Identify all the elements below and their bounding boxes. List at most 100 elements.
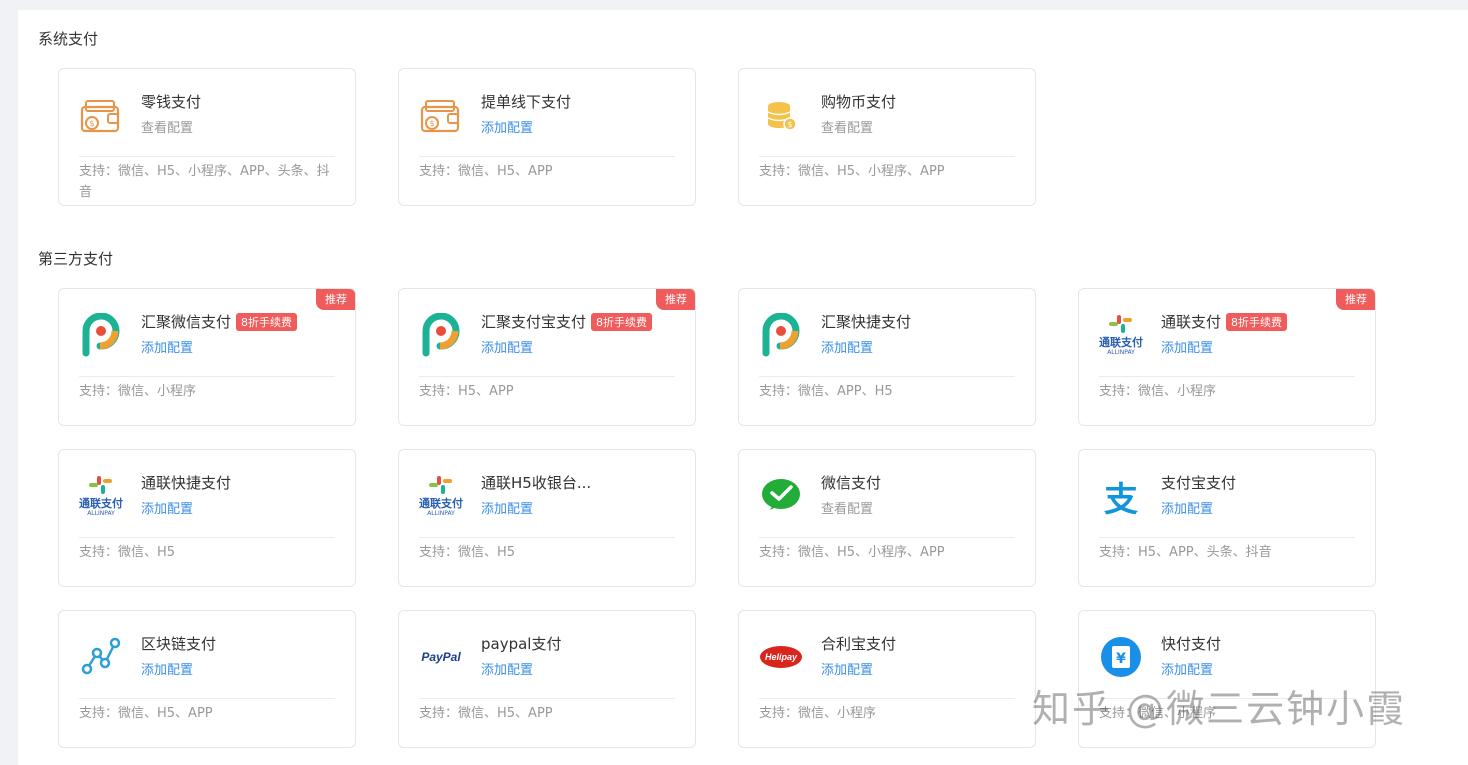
svg-text:通联支付: 通联支付	[79, 496, 123, 510]
wechat-pay-icon	[759, 474, 803, 518]
add-config-link[interactable]: 添加配置	[481, 337, 533, 356]
card-joinpay-alipay[interactable]: 推荐 汇聚支付宝支付 8折手续费 添加配置 支持：H5、APP	[398, 288, 696, 426]
card-offline-pay[interactable]: $ 提单线下支付 添加配置 支持：微信、H5、APP	[398, 68, 696, 206]
card-name: 汇聚微信支付	[141, 313, 232, 331]
allinpay-logo-icon: 通联支付 ALLINPAY	[1099, 313, 1143, 357]
allinpay-logo-icon: 通联支付 ALLINPAY	[79, 474, 123, 518]
view-config-link[interactable]: 查看配置	[821, 498, 873, 517]
fee-discount-badge: 8折手续费	[591, 312, 653, 331]
support-text: 支持：微信、H5、APP	[419, 164, 553, 179]
joinpay-logo-icon	[79, 313, 123, 357]
alipay-icon: 支	[1104, 479, 1138, 520]
card-allinpay-h5[interactable]: 通联支付 ALLINPAY 通联H5收银台... 添加配置 支持：微信、H5	[398, 449, 696, 587]
helipay-logo-icon: Helipay	[759, 635, 803, 679]
card-paypal[interactable]: PayPal paypal支付 添加配置 支持：微信、H5、APP	[398, 610, 696, 748]
blockchain-icon	[79, 635, 123, 679]
paypal-logo-icon: PayPal	[421, 650, 461, 664]
divider	[419, 156, 675, 157]
svg-text:通联支付: 通联支付	[1099, 335, 1143, 349]
card-name: 通联支付	[1161, 313, 1222, 331]
svg-text:$: $	[89, 119, 94, 128]
allinpay-logo-icon: 通联支付 ALLINPAY	[419, 474, 463, 518]
card-name: 通联快捷支付	[141, 474, 232, 492]
svg-text:ALLINPAY: ALLINPAY	[1107, 349, 1135, 356]
divider	[79, 156, 335, 157]
card-name: 区块链支付	[141, 635, 217, 653]
support-text: 支持：微信、H5	[419, 545, 516, 560]
card-name: 零钱支付	[141, 93, 202, 111]
card-allinpay-quick[interactable]: 通联支付 ALLINPAY 通联快捷支付 添加配置 支持：微信、H5	[58, 449, 356, 587]
add-config-link[interactable]: 添加配置	[141, 659, 193, 678]
card-name: 汇聚支付宝支付	[481, 313, 587, 331]
support-text: 支持：微信、H5、小程序、APP	[759, 164, 945, 179]
fee-discount-badge: 8折手续费	[1226, 312, 1288, 331]
add-config-link[interactable]: 添加配置	[821, 337, 873, 356]
add-config-link[interactable]: 添加配置	[1161, 498, 1213, 517]
divider	[419, 376, 675, 377]
divider	[79, 376, 335, 377]
watermark: 知乎 @微三云钟小霞	[1032, 687, 1407, 731]
support-text: 支持：微信、小程序	[1099, 384, 1217, 399]
svg-text:¥: ¥	[1116, 651, 1126, 667]
view-config-link[interactable]: 查看配置	[141, 117, 193, 136]
coin-stack-icon: $	[759, 93, 803, 137]
card-change-pay[interactable]: $ 零钱支付 查看配置 支持：微信、H5、小程序、APP、头条、抖音	[58, 68, 356, 206]
svg-text:ALLINPAY: ALLINPAY	[427, 510, 455, 517]
divider	[1099, 537, 1355, 538]
main-panel: 系统支付 $ 零钱支付 查看配置 支持：微信、H5、小程序、APP、头条、抖音 …	[18, 10, 1468, 765]
add-config-link[interactable]: 添加配置	[481, 117, 533, 136]
recommend-badge: 推荐	[656, 289, 695, 310]
wallet-icon: $	[79, 93, 123, 137]
recommend-badge: 推荐	[316, 289, 355, 310]
section-title-system: 系统支付	[38, 30, 99, 48]
card-joinpay-quick[interactable]: 汇聚快捷支付 添加配置 支持：微信、APP、H5	[738, 288, 1036, 426]
divider	[759, 156, 1015, 157]
kuaifu-icon: ¥	[1099, 635, 1143, 679]
card-name: 汇聚快捷支付	[821, 313, 912, 331]
card-blockchain-pay[interactable]: 区块链支付 添加配置 支持：微信、H5、APP	[58, 610, 356, 748]
joinpay-logo-icon	[419, 313, 463, 357]
card-name: paypal支付	[481, 635, 562, 653]
divider	[419, 698, 675, 699]
add-config-link[interactable]: 添加配置	[821, 659, 873, 678]
card-joinpay-wechat[interactable]: 推荐 汇聚微信支付 8折手续费 添加配置 支持：微信、小程序	[58, 288, 356, 426]
support-text: 支持：H5、APP	[419, 384, 514, 399]
svg-text:$: $	[787, 120, 792, 129]
card-helipay[interactable]: Helipay 合利宝支付 添加配置 支持：微信、小程序	[738, 610, 1036, 748]
divider	[79, 537, 335, 538]
card-allinpay[interactable]: 推荐 通联支付 ALLINPAY 通联支付 8折手续费 添加配置 支持：微信、小程序	[1078, 288, 1376, 426]
card-wechat-pay[interactable]: 微信支付 查看配置 支持：微信、H5、小程序、APP	[738, 449, 1036, 587]
support-text: 支持：微信、小程序	[79, 384, 197, 399]
support-text: 支持：微信、APP、H5	[759, 384, 893, 399]
svg-text:$: $	[429, 119, 434, 128]
divider	[759, 537, 1015, 538]
divider	[1099, 376, 1355, 377]
card-name: 微信支付	[821, 474, 882, 492]
add-config-link[interactable]: 添加配置	[141, 337, 193, 356]
card-coin-pay[interactable]: $ 购物币支付 查看配置 支持：微信、H5、小程序、APP	[738, 68, 1036, 206]
add-config-link[interactable]: 添加配置	[481, 659, 533, 678]
card-alipay[interactable]: 支 支付宝支付 添加配置 支持：H5、APP、头条、抖音	[1078, 449, 1376, 587]
card-name: 支付宝支付	[1161, 474, 1237, 492]
add-config-link[interactable]: 添加配置	[1161, 337, 1213, 356]
support-text: 支持：微信、H5、APP	[79, 706, 213, 721]
card-name: 通联H5收银台...	[481, 474, 592, 492]
svg-text:ALLINPAY: ALLINPAY	[87, 510, 115, 517]
joinpay-logo-icon	[759, 313, 803, 357]
support-text: 支持：微信、H5、小程序、APP	[759, 545, 945, 560]
view-config-link[interactable]: 查看配置	[821, 117, 873, 136]
card-name: 购物币支付	[821, 93, 897, 111]
divider	[79, 698, 335, 699]
add-config-link[interactable]: 添加配置	[481, 498, 533, 517]
svg-text:通联支付: 通联支付	[419, 496, 463, 510]
add-config-link[interactable]: 添加配置	[1161, 659, 1213, 678]
add-config-link[interactable]: 添加配置	[141, 498, 193, 517]
card-name: 提单线下支付	[481, 93, 572, 111]
support-text: 支持：微信、H5、APP	[419, 706, 553, 721]
recommend-badge: 推荐	[1336, 289, 1375, 310]
svg-text:Helipay: Helipay	[765, 652, 798, 662]
support-text: 支持：H5、APP、头条、抖音	[1099, 545, 1272, 560]
support-text: 支持：微信、H5	[79, 545, 176, 560]
card-name: 快付支付	[1161, 635, 1222, 653]
fee-discount-badge: 8折手续费	[236, 312, 298, 331]
